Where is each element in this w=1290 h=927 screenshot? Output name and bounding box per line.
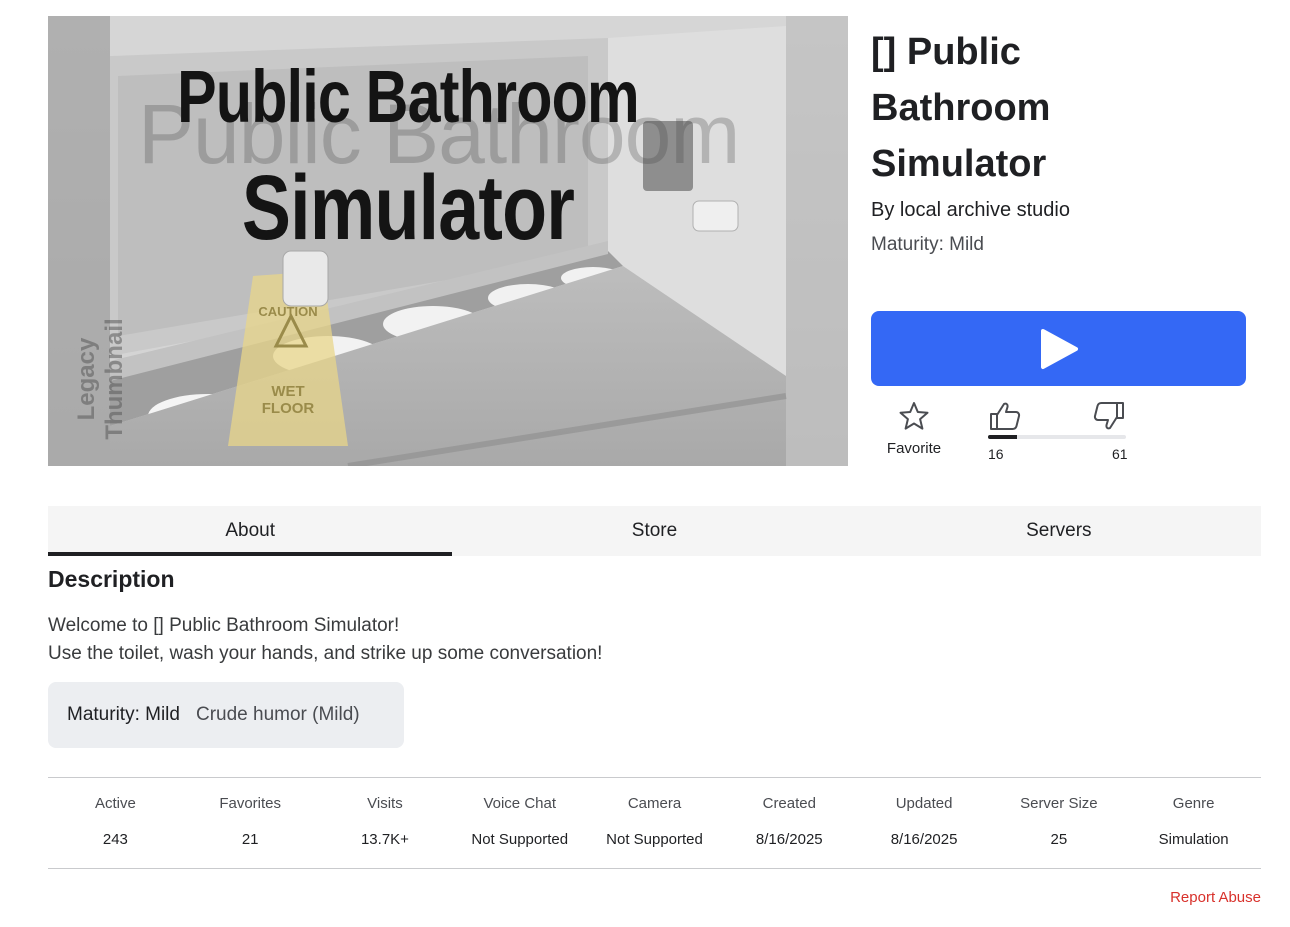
game-details-page: WET FLOOR CAUTION Public Bathroom Public… xyxy=(0,0,1290,927)
downvote-count: 61 xyxy=(1112,446,1128,462)
stat-camera: Camera Not Supported xyxy=(587,778,722,868)
star-icon xyxy=(899,402,929,430)
tab-servers[interactable]: Servers xyxy=(857,506,1261,556)
creator-link[interactable]: local archive studio xyxy=(900,199,1070,221)
stat-value: 13.7K+ xyxy=(360,831,409,848)
description-line: Use the toilet, wash your hands, and str… xyxy=(48,643,603,664)
stat-updated: Updated 8/16/2025 xyxy=(857,778,992,868)
report-abuse-link[interactable]: Report Abuse xyxy=(1170,889,1261,906)
stat-label: Favorites xyxy=(219,795,282,812)
maturity-descriptor: Crude humor (Mild) xyxy=(195,704,360,725)
stat-value: 243 xyxy=(102,831,128,848)
stat-label: Visits xyxy=(367,795,403,812)
tab-about[interactable]: About xyxy=(48,506,453,556)
stat-value: 8/16/2025 xyxy=(890,831,958,848)
stat-label: Server Size xyxy=(1020,795,1098,812)
stat-value: Simulation xyxy=(1158,831,1229,848)
maturity-label: Maturity: Mild xyxy=(67,704,180,725)
game-stats-table: Active 243 Favorites 21 Visits 13.7K+ Vo… xyxy=(48,777,1261,869)
creator-byline: By local archive studio xyxy=(871,199,1070,222)
svg-text:FLOOR: FLOOR xyxy=(262,400,315,417)
description-text: Welcome to [] Public Bathroom Simulator!… xyxy=(48,612,602,668)
thumbnail-title-line1: Public Bathroom xyxy=(177,55,639,138)
favorite-label: Favorite xyxy=(886,440,942,457)
stat-created: Created 8/16/2025 xyxy=(722,778,857,868)
description-heading: Description xyxy=(48,566,175,592)
thumbnail-title-line2: Simulator xyxy=(241,157,575,259)
play-icon xyxy=(1040,328,1078,369)
vote-ratio-bar xyxy=(988,435,1126,439)
stat-active: Active 243 xyxy=(48,778,183,868)
maturity-info-box: Maturity: Mild Crude humor (Mild) xyxy=(48,682,404,748)
thumbs-down-icon xyxy=(1093,402,1124,430)
maturity-rating: Maturity: Mild xyxy=(871,234,984,255)
stat-label: Created xyxy=(762,795,816,812)
stat-visits: Visits 13.7K+ xyxy=(318,778,453,868)
stat-voice-chat: Voice Chat Not Supported xyxy=(452,778,587,868)
upvote-count: 16 xyxy=(988,446,1004,462)
favorite-button[interactable]: Favorite xyxy=(884,400,944,457)
description-line: Welcome to [] Public Bathroom Simulator! xyxy=(48,615,400,636)
thumbnail-watermark: Legacy Thumbnail xyxy=(73,318,128,440)
thumbs-up-icon xyxy=(990,402,1021,430)
byline-prefix: By xyxy=(871,199,900,221)
stat-server-size: Server Size 25 xyxy=(991,778,1126,868)
stat-value: 25 xyxy=(1050,831,1068,848)
downvote-button[interactable] xyxy=(1092,400,1126,432)
stat-value: Not Supported xyxy=(471,831,569,848)
tab-store[interactable]: Store xyxy=(452,506,856,556)
stat-label: Voice Chat xyxy=(483,795,556,812)
stat-genre: Genre Simulation xyxy=(1126,778,1261,868)
stat-value: 21 xyxy=(241,831,259,848)
tab-bar: About Store Servers xyxy=(48,506,1261,556)
stat-label: Active xyxy=(94,795,136,812)
svg-text:WET: WET xyxy=(271,383,304,400)
upvote-button[interactable] xyxy=(988,400,1022,432)
vote-ratio-fill xyxy=(988,435,1017,439)
game-thumbnail[interactable]: WET FLOOR CAUTION Public Bathroom Public… xyxy=(48,16,848,466)
stat-value: 8/16/2025 xyxy=(755,831,823,848)
stat-label: Updated xyxy=(895,795,953,812)
play-button[interactable] xyxy=(871,311,1246,386)
stat-label: Camera xyxy=(627,795,682,812)
stat-value: Not Supported xyxy=(606,831,703,848)
game-title: [] Public Bathroom Simulator xyxy=(871,31,1051,185)
stat-favorites: Favorites 21 xyxy=(183,778,318,868)
stat-label: Genre xyxy=(1172,795,1215,812)
